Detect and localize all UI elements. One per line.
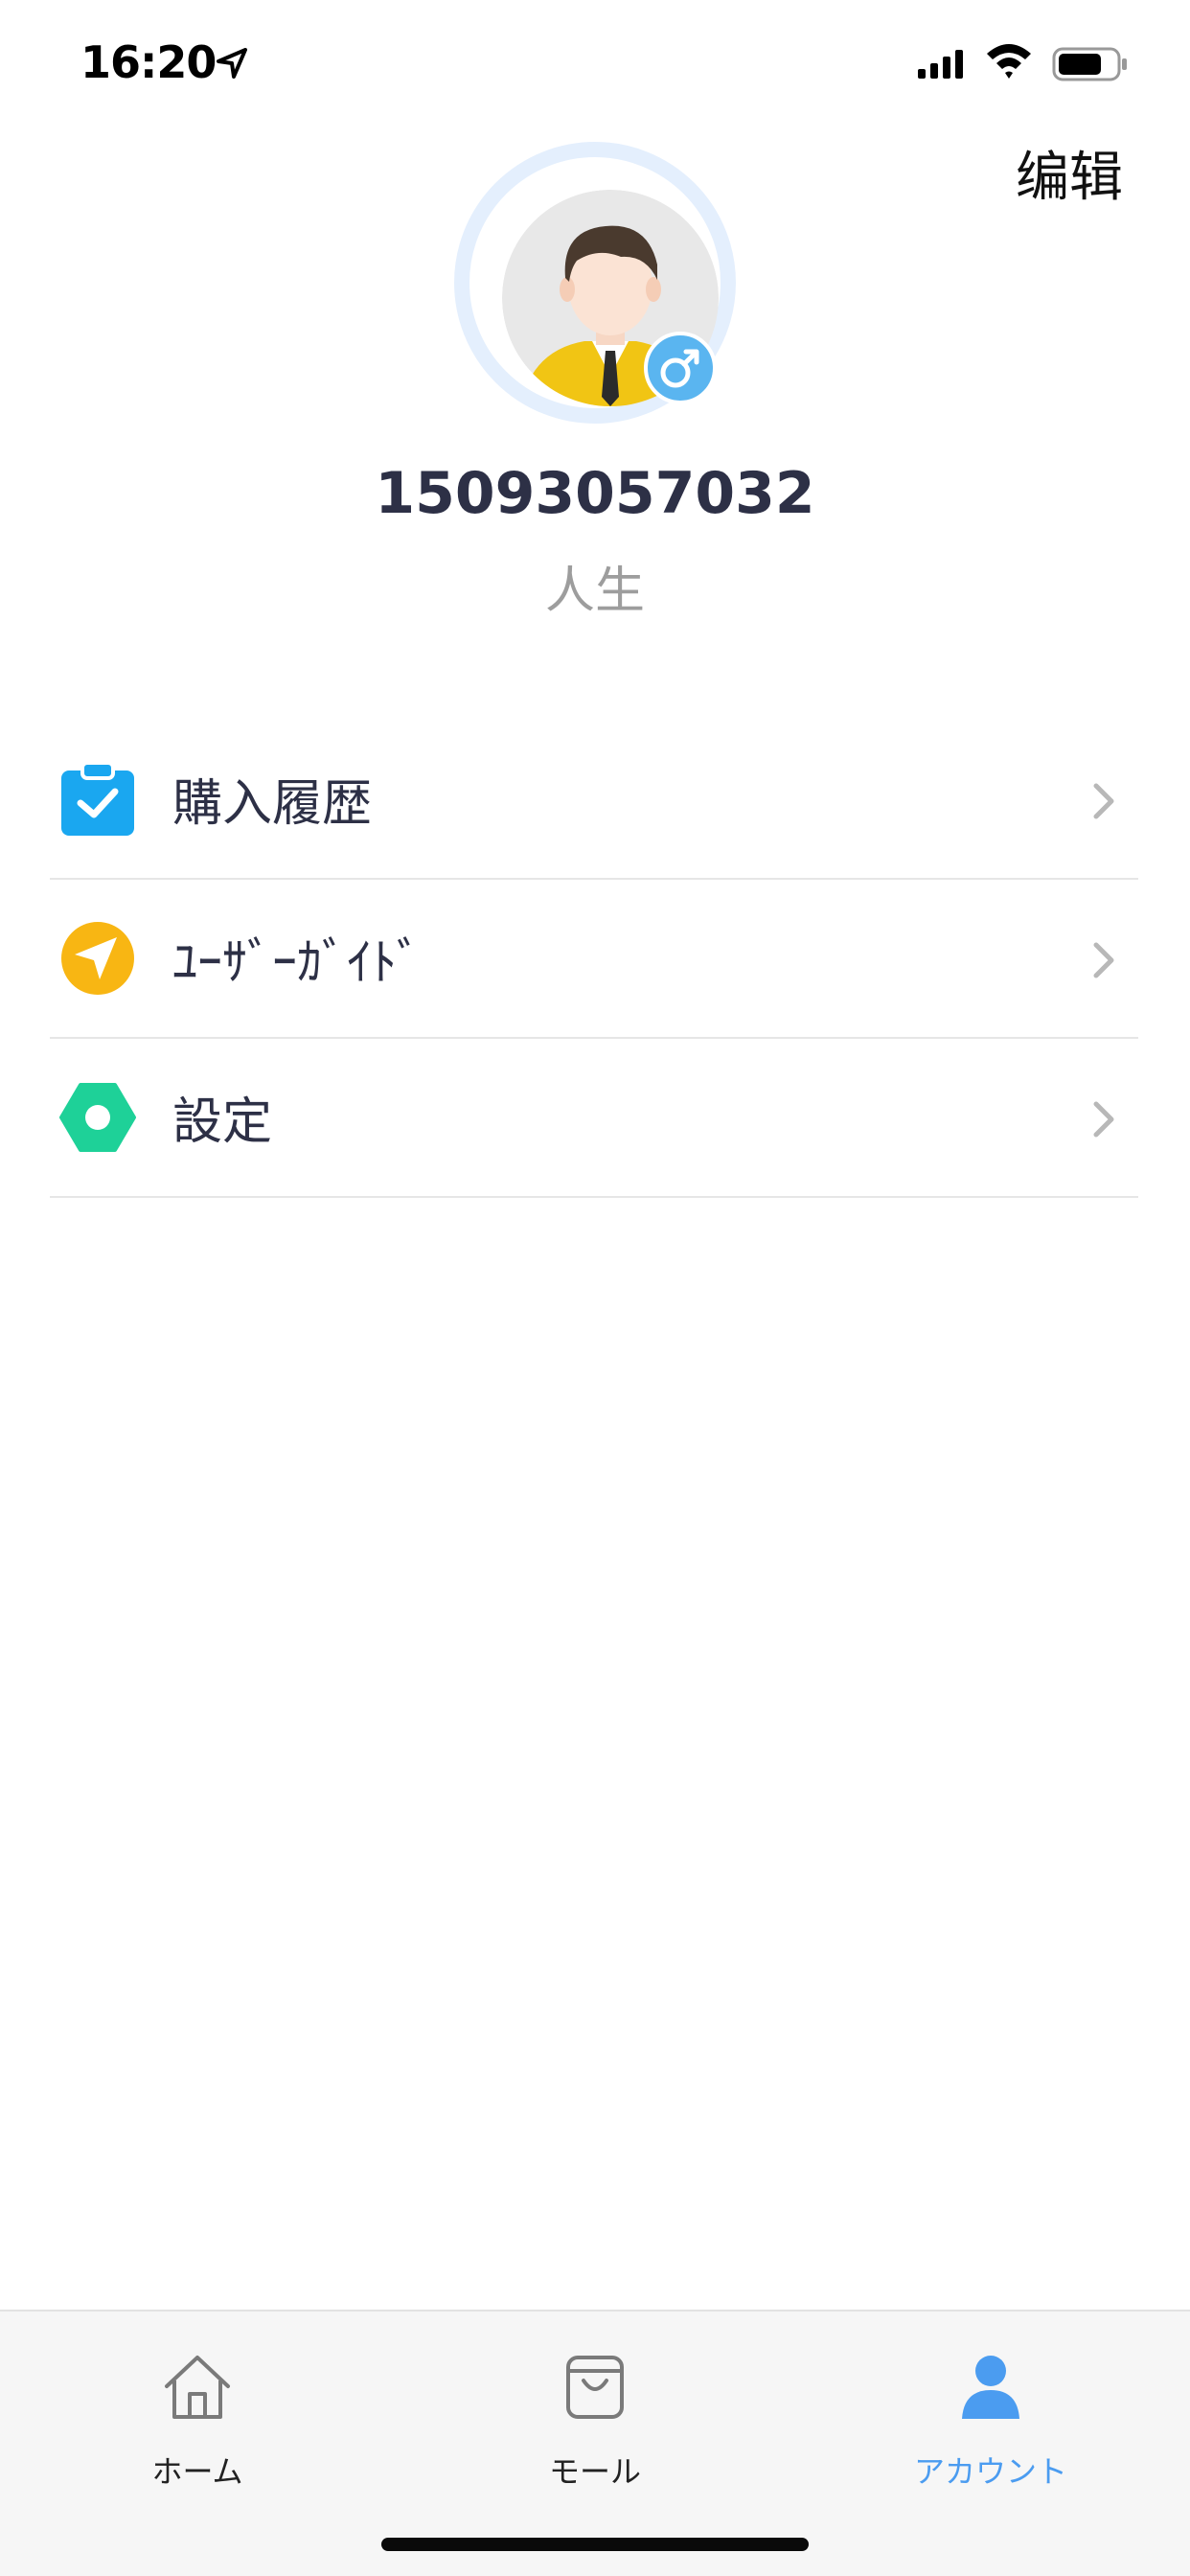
menu-item-settings[interactable]: 設定 xyxy=(50,1039,1138,1198)
menu-item-label: ﾕｰｻﾞｰｶﾞｲﾄﾞ xyxy=(172,934,423,992)
menu-item-label: 設定 xyxy=(172,1093,273,1151)
wifi-icon xyxy=(987,44,1031,79)
hexagon-settings-icon xyxy=(59,1083,136,1152)
location-arrow-icon xyxy=(217,48,247,79)
menu-item-label: 購入履歴 xyxy=(172,775,373,833)
tab-mall[interactable]: モール xyxy=(451,2340,739,2494)
tab-label: ホーム xyxy=(151,2453,243,2490)
clipboard-check-icon xyxy=(61,761,134,836)
tab-label: アカウント xyxy=(913,2453,1067,2490)
profile-phone-number: 15093057032 xyxy=(375,460,815,527)
edit-button[interactable]: 编辑 xyxy=(1016,134,1123,212)
tab-label: モール xyxy=(548,2453,641,2490)
cellular-signal-icon xyxy=(918,50,963,79)
status-bar: 16:20 xyxy=(0,0,1190,125)
home-indicator xyxy=(381,2538,809,2551)
chevron-right-icon xyxy=(1093,942,1114,978)
navigation-arrow-icon xyxy=(61,922,134,995)
shopping-bag-icon xyxy=(566,2356,624,2419)
tab-home[interactable]: ホーム xyxy=(54,2340,341,2494)
person-icon xyxy=(962,2356,1019,2419)
chevron-right-icon xyxy=(1093,783,1114,819)
profile-subtitle: 人生 xyxy=(544,563,645,620)
male-symbol-icon xyxy=(644,332,717,404)
menu-list: 購入履歴 ﾕｰｻﾞｰｶﾞｲﾄﾞ 設定 xyxy=(50,721,1138,1198)
chevron-right-icon xyxy=(1093,1101,1114,1138)
battery-icon xyxy=(1052,47,1127,81)
menu-item-purchase-history[interactable]: 購入履歴 xyxy=(50,721,1138,880)
tab-bar: ホーム モール アカウント xyxy=(0,2310,1190,2576)
home-icon xyxy=(165,2356,230,2419)
menu-item-user-guide[interactable]: ﾕｰｻﾞｰｶﾞｲﾄﾞ xyxy=(50,880,1138,1039)
status-time: 16:20 xyxy=(80,36,217,88)
tab-account[interactable]: アカウント xyxy=(847,2340,1134,2494)
